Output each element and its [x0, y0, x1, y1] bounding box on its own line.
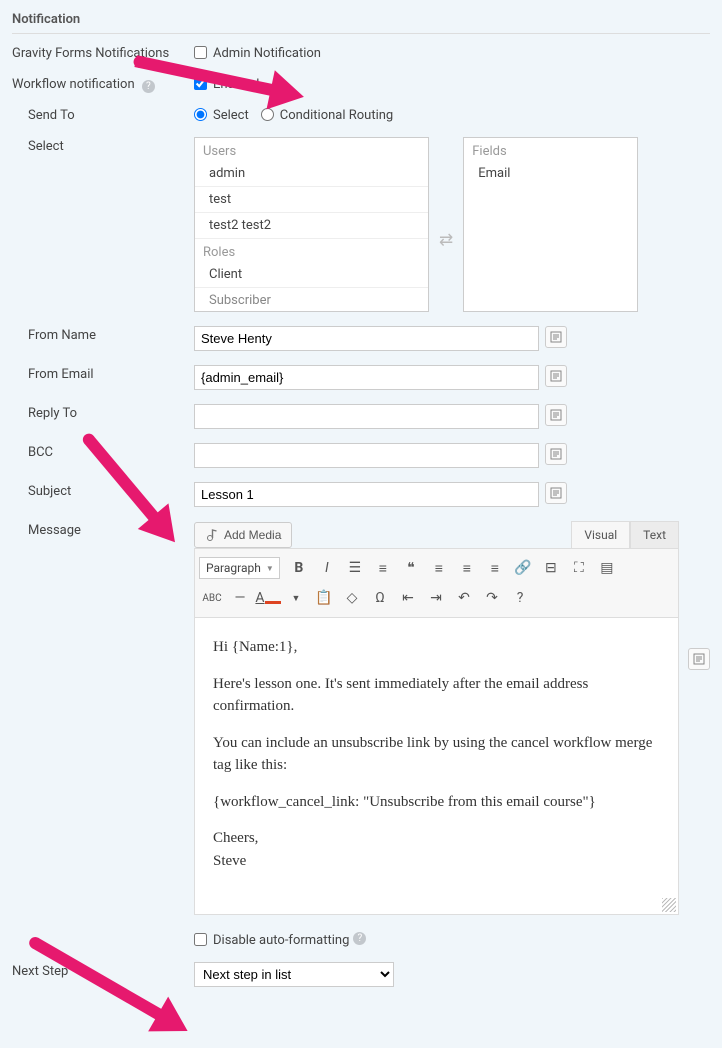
hr-icon[interactable]: — — [227, 585, 253, 611]
send-to-conditional-radio[interactable]: Conditional Routing — [261, 106, 394, 123]
tab-text[interactable]: Text — [630, 521, 679, 548]
italic-icon[interactable]: I — [314, 555, 340, 581]
reply-to-input[interactable] — [194, 404, 539, 429]
add-media-button[interactable]: Add Media — [194, 522, 292, 548]
help-icon[interactable]: ? — [353, 932, 366, 945]
reply-to-label: Reply To — [12, 404, 194, 421]
message-editor[interactable]: Hi {Name:1}, Here's lesson one. It's sen… — [194, 618, 679, 915]
outdent-icon[interactable]: ⇤ — [395, 585, 421, 611]
text-color-menu-icon[interactable]: ▼ — [283, 585, 309, 611]
gravity-forms-label: Gravity Forms Notifications — [12, 44, 194, 61]
enabled-checkbox[interactable]: Enabled — [194, 75, 259, 92]
align-center-icon[interactable]: ≡ — [454, 555, 480, 581]
next-step-label: Next Step — [12, 962, 194, 979]
workflow-notification-label: Workflow notification ? — [12, 75, 194, 92]
editor-line: Cheers,Steve — [213, 827, 660, 872]
resize-handle-icon[interactable] — [662, 898, 676, 912]
tab-visual[interactable]: Visual — [571, 521, 630, 548]
subject-label: Subject — [12, 482, 194, 499]
strikethrough-icon[interactable]: ABC — [199, 585, 225, 611]
clear-format-icon[interactable]: ◇ — [339, 585, 365, 611]
fields-header: Fields — [464, 138, 637, 161]
help-icon[interactable]: ? — [142, 80, 155, 93]
link-icon[interactable]: 🔗 — [510, 555, 536, 581]
merge-tag-icon[interactable] — [545, 404, 567, 426]
bullet-list-icon[interactable]: ☰ — [342, 555, 368, 581]
indent-icon[interactable]: ⇥ — [423, 585, 449, 611]
users-header: Users — [195, 138, 428, 161]
editor-toolbar: Paragraph B I ☰ ≡ ❝ ≡ ≡ ≡ 🔗 ⊟ ⛶ ▤ — [194, 548, 679, 618]
list-item[interactable]: Subscriber — [195, 288, 428, 312]
send-to-label: Send To — [12, 106, 194, 123]
select-label: Select — [12, 137, 194, 154]
redo-icon[interactable]: ↷ — [479, 585, 505, 611]
select-target-list[interactable]: Fields Email — [463, 137, 638, 312]
message-label: Message — [12, 521, 194, 538]
help-toolbar-icon[interactable]: ? — [507, 585, 533, 611]
merge-tag-icon[interactable] — [688, 648, 710, 670]
format-select[interactable]: Paragraph — [199, 557, 280, 579]
number-list-icon[interactable]: ≡ — [370, 555, 396, 581]
editor-line: You can include an unsubscribe link by u… — [213, 732, 660, 777]
readmore-icon[interactable]: ⊟ — [538, 555, 564, 581]
list-item[interactable]: Email — [464, 161, 637, 186]
next-step-select[interactable]: Next step in list — [194, 962, 394, 987]
toolbar-toggle-icon[interactable]: ▤ — [594, 555, 620, 581]
from-name-label: From Name — [12, 326, 194, 343]
from-email-input[interactable] — [194, 365, 539, 390]
music-note-icon — [205, 528, 219, 542]
bcc-input[interactable] — [194, 443, 539, 468]
merge-tag-icon[interactable] — [545, 326, 567, 348]
from-email-label: From Email — [12, 365, 194, 382]
merge-tag-icon[interactable] — [545, 443, 567, 465]
subject-input[interactable] — [194, 482, 539, 507]
swap-icon[interactable]: ⇄ — [439, 200, 453, 250]
quote-icon[interactable]: ❝ — [398, 555, 424, 581]
align-right-icon[interactable]: ≡ — [482, 555, 508, 581]
admin-notification-checkbox[interactable]: Admin Notification — [194, 44, 321, 61]
merge-tag-icon[interactable] — [545, 482, 567, 504]
editor-line: Here's lesson one. It's sent immediately… — [213, 673, 660, 718]
bcc-label: BCC — [12, 443, 194, 460]
list-item[interactable]: Client — [195, 262, 428, 288]
select-source-list[interactable]: Users admin test test2 test2 Roles Clien… — [194, 137, 429, 312]
bold-icon[interactable]: B — [286, 555, 312, 581]
send-to-select-radio[interactable]: Select — [194, 106, 249, 123]
list-item[interactable]: admin — [195, 161, 428, 187]
list-item[interactable]: test — [195, 187, 428, 213]
from-name-input[interactable] — [194, 326, 539, 351]
editor-line: {workflow_cancel_link: "Unsubscribe from… — [213, 791, 660, 814]
undo-icon[interactable]: ↶ — [451, 585, 477, 611]
section-title: Notification — [12, 8, 710, 34]
align-left-icon[interactable]: ≡ — [426, 555, 452, 581]
text-color-icon[interactable]: A — [255, 585, 281, 611]
list-item[interactable]: test2 test2 — [195, 213, 428, 239]
editor-line: Hi {Name:1}, — [213, 636, 660, 659]
roles-header: Roles — [195, 239, 428, 262]
special-char-icon[interactable]: Ω — [367, 585, 393, 611]
fullscreen-icon[interactable]: ⛶ — [566, 555, 592, 581]
disable-auto-formatting-checkbox[interactable]: Disable auto-formatting — [194, 931, 349, 948]
merge-tag-icon[interactable] — [545, 365, 567, 387]
paste-text-icon[interactable]: 📋 — [311, 585, 337, 611]
